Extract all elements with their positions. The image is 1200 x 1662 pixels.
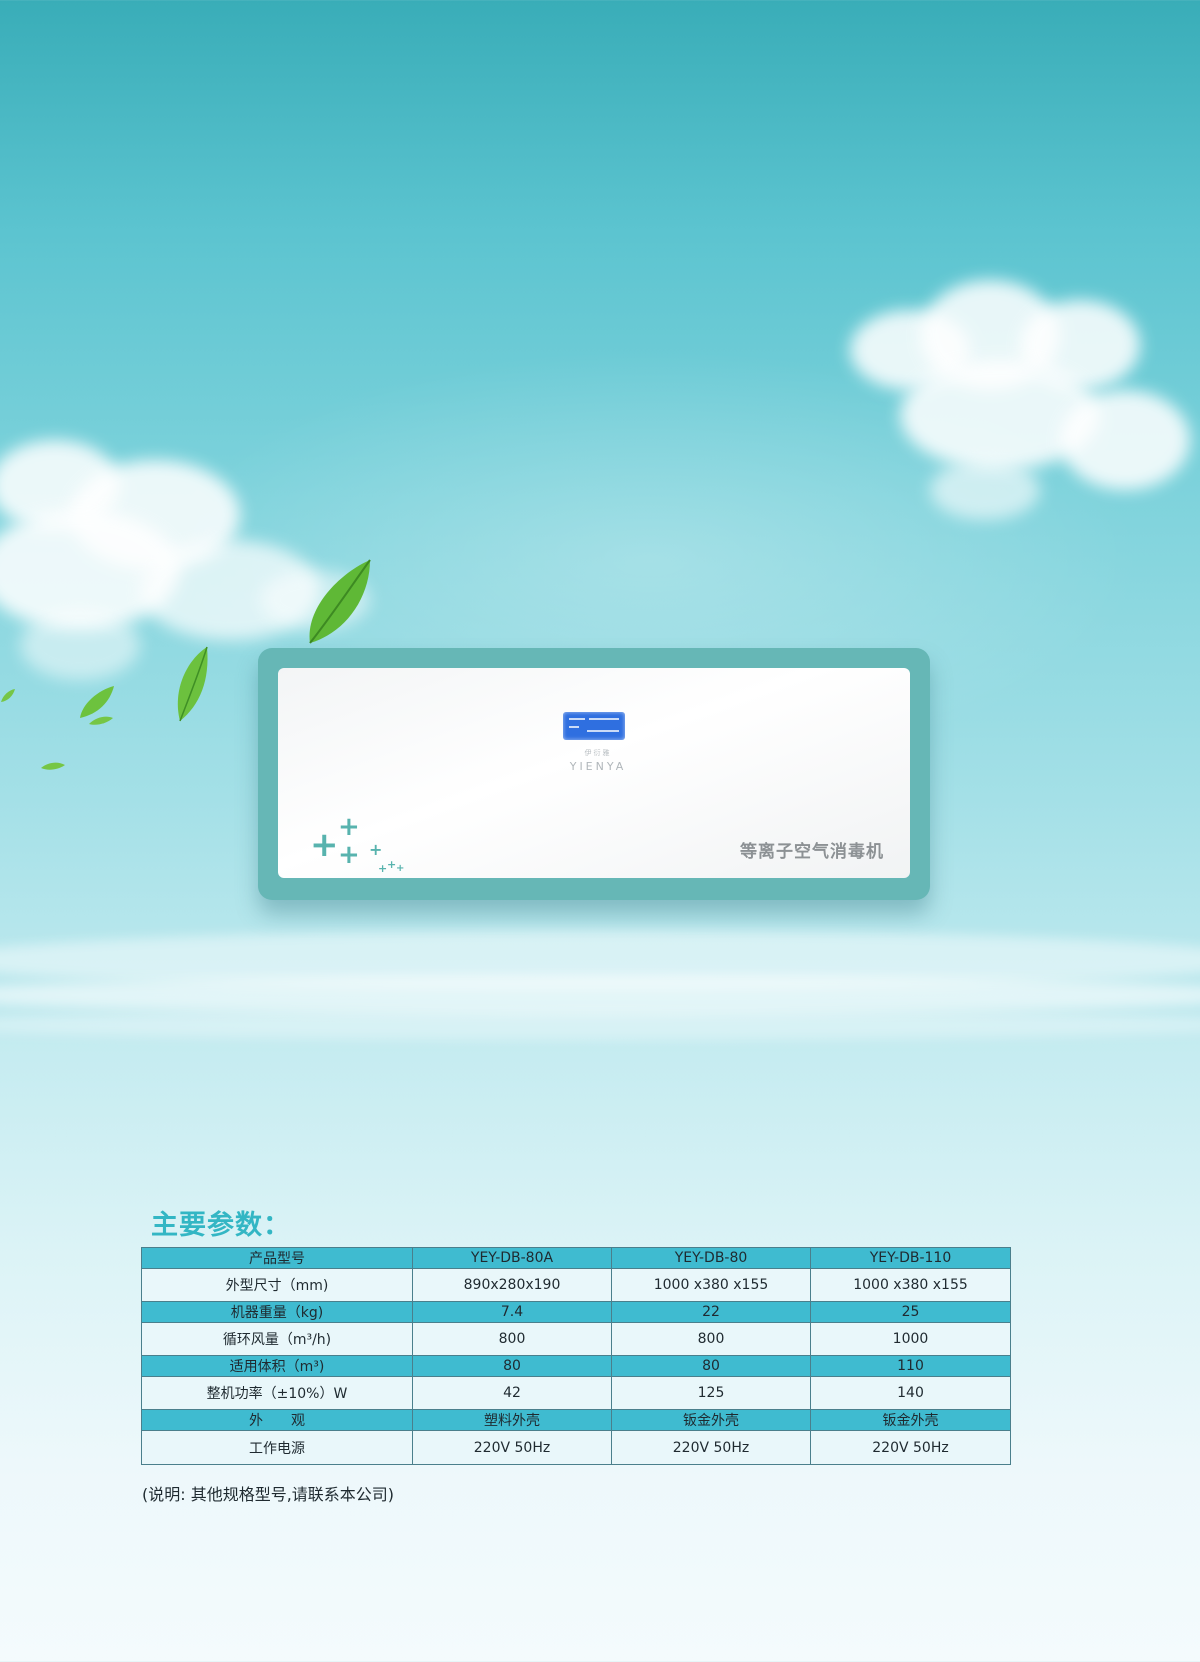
table-cell: 140	[810, 1376, 1011, 1410]
table-cell: 220V 50Hz	[810, 1430, 1011, 1465]
row-label: 循环风量（m³/h)	[141, 1322, 413, 1356]
spec-table: 产品型号 YEY-DB-80A YEY-DB-80 YEY-DB-110 外型尺…	[141, 1247, 1011, 1465]
cloud-right	[830, 270, 1200, 560]
row-label: 适用体积（m³)	[141, 1355, 413, 1377]
plus-icon: +	[378, 862, 388, 875]
table-cell: 钣金外壳	[810, 1409, 1011, 1431]
table-row: 外 观 塑料外壳 钣金外壳 钣金外壳	[141, 1409, 1011, 1431]
plus-icon: +	[396, 863, 405, 874]
table-row: 循环风量（m³/h) 800 800 1000	[141, 1322, 1011, 1356]
table-cell: 800	[611, 1322, 811, 1356]
table-cell: 220V 50Hz	[611, 1430, 811, 1465]
table-row: 工作电源 220V 50Hz 220V 50Hz 220V 50Hz	[141, 1430, 1011, 1465]
product-name: 等离子空气消毒机	[740, 842, 884, 862]
table-cell: 42	[412, 1376, 612, 1410]
table-cell: 80	[611, 1355, 811, 1377]
leaf-icon	[177, 646, 208, 722]
spec-note: (说明: 其他规格型号,请联系本公司)	[142, 1485, 395, 1504]
leaf-icon	[1, 689, 15, 702]
plus-icon: +	[338, 812, 360, 842]
row-label: 外 观	[141, 1409, 413, 1431]
table-row: 适用体积（m³) 80 80 110	[141, 1355, 1011, 1377]
lcd-display-icon	[563, 712, 625, 740]
plus-icon: +	[369, 840, 383, 859]
table-cell: 钣金外壳	[611, 1409, 811, 1431]
table-cell: YEY-DB-110	[810, 1247, 1011, 1269]
plus-icon: +	[338, 840, 360, 870]
table-row: 外型尺寸（mm) 890x280x190 1000 x380 x155 1000…	[141, 1268, 1011, 1302]
row-label: 工作电源	[141, 1430, 413, 1465]
table-cell: 110	[810, 1355, 1011, 1377]
wind-swoosh	[0, 1010, 1200, 1040]
leaf-icon	[41, 762, 65, 770]
brand-name-cn: 伊衍雅	[584, 749, 612, 757]
leaf-icon	[309, 559, 371, 644]
table-cell: 1000	[810, 1322, 1011, 1356]
table-cell: YEY-DB-80	[611, 1247, 811, 1269]
plus-icon: +	[310, 825, 339, 865]
spec-title: 主要参数：	[151, 1210, 291, 1241]
table-cell: 80	[412, 1355, 612, 1377]
table-cell: 220V 50Hz	[412, 1430, 612, 1465]
row-label: 外型尺寸（mm)	[141, 1268, 413, 1302]
table-cell: 塑料外壳	[412, 1409, 612, 1431]
leaf-icon	[89, 716, 113, 725]
table-cell: 1000 x380 x155	[611, 1268, 811, 1302]
table-cell: 125	[611, 1376, 811, 1410]
table-cell: 890x280x190	[412, 1268, 612, 1302]
table-cell: 7.4	[412, 1301, 612, 1323]
row-label: 产品型号	[141, 1247, 413, 1269]
table-row: 机器重量（kg) 7.4 22 25	[141, 1301, 1011, 1323]
row-label: 机器重量（kg)	[141, 1301, 413, 1323]
row-label: 整机功率（±10%）W	[141, 1376, 413, 1410]
device-front-panel: 伊衍雅 YIENYA + + + + + + + 等离子空气消毒机	[278, 668, 910, 878]
table-row: 整机功率（±10%）W 42 125 140	[141, 1376, 1011, 1410]
table-row: 产品型号 YEY-DB-80A YEY-DB-80 YEY-DB-110	[141, 1247, 1011, 1269]
table-cell: 22	[611, 1301, 811, 1323]
wind-swoosh	[0, 975, 1200, 1015]
table-cell: YEY-DB-80A	[412, 1247, 612, 1269]
plus-icon: +	[387, 858, 397, 871]
table-cell: 1000 x380 x155	[810, 1268, 1011, 1302]
table-cell: 800	[412, 1322, 612, 1356]
table-cell: 25	[810, 1301, 1011, 1323]
air-disinfector-device: 伊衍雅 YIENYA + + + + + + + 等离子空气消毒机	[258, 648, 930, 900]
brand-logo: YIENYA	[569, 760, 627, 773]
